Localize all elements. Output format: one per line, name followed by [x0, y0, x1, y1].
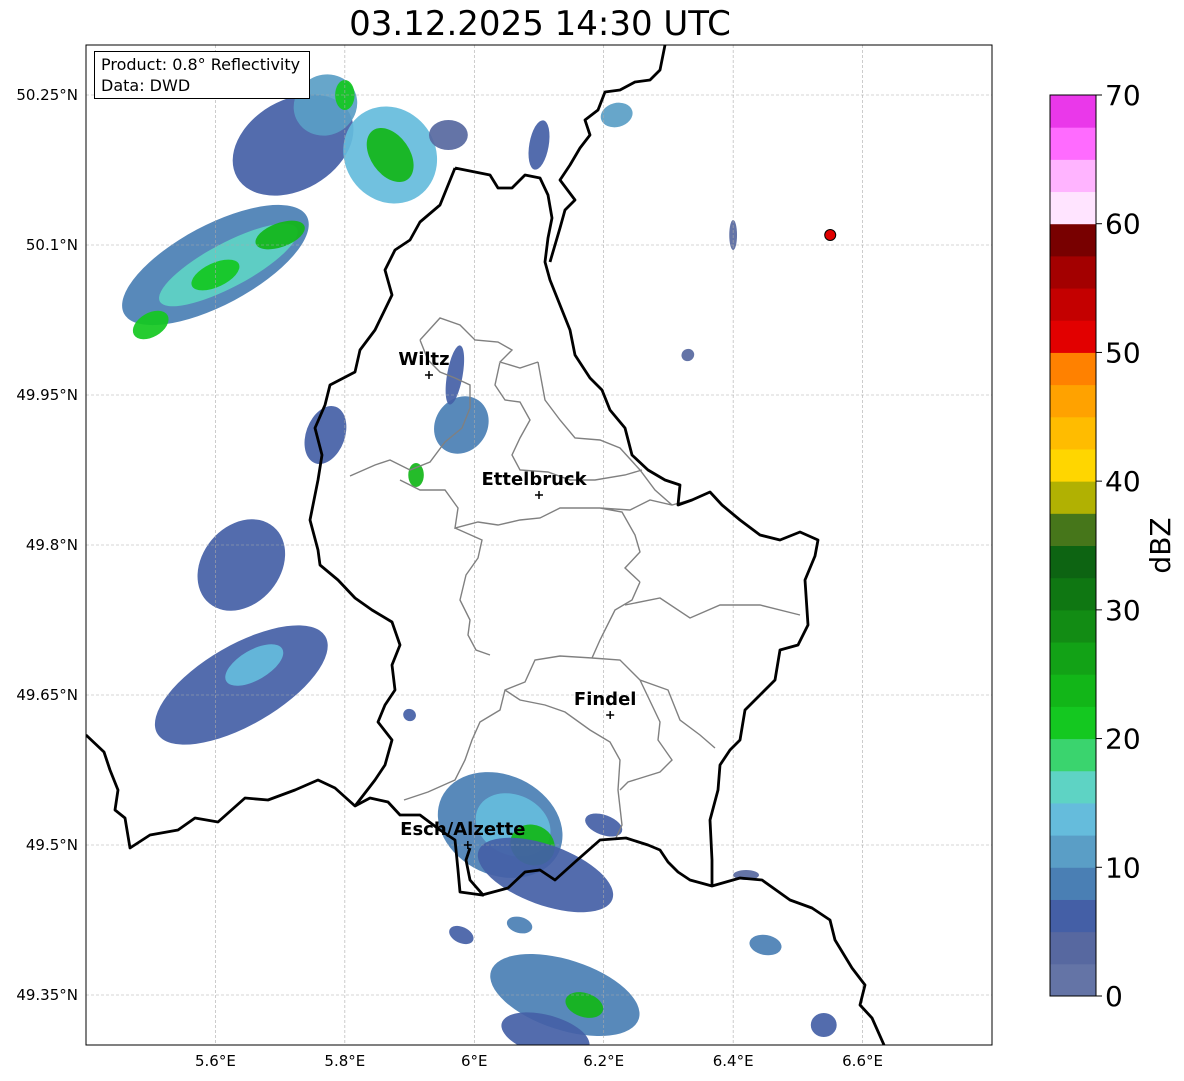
colorbar-segment — [1050, 159, 1096, 193]
reflectivity-cell — [528, 120, 550, 170]
reflectivity-cell — [197, 519, 286, 611]
colorbar-tick-label: 30 — [1105, 594, 1141, 627]
colorbar-segment — [1050, 738, 1096, 772]
map-frame: 5.6°E 5.8°E 6°E 6.2°E 6.4°E 6.6°E 50.25°N 50.1°… — [16, 44, 993, 1070]
colorbar-segment — [1050, 931, 1096, 965]
city-label: Esch/Alzette — [400, 819, 525, 840]
reflectivity-cell — [434, 396, 489, 454]
city-label: Wiltz — [398, 349, 449, 370]
city-markers: Wiltz Ettelbruck Findel Esch/Alzette — [398, 349, 636, 849]
colorbar-segment — [1050, 448, 1096, 482]
info-box: Product: 0.8° Reflectivity Data: DWD — [94, 51, 310, 99]
lat-tick-label: 49.8°N — [26, 536, 78, 554]
colorbar-segment — [1050, 642, 1096, 675]
lat-tick-label: 50.25°N — [16, 86, 78, 104]
product-label: Product: 0.8° Reflectivity — [101, 55, 301, 74]
reflectivity-cell — [403, 708, 416, 722]
radar-figure: 5.6°E 5.8°E 6°E 6.2°E 6.4°E 6.6°E 50.25°N 50.1°… — [16, 44, 1177, 1070]
reflectivity-cell — [681, 348, 695, 362]
colorbar-segment — [1050, 384, 1096, 418]
lat-tick-label: 49.95°N — [16, 386, 78, 404]
city-label: Ettelbruck — [481, 469, 587, 490]
luxembourg-border — [308, 166, 820, 886]
colorbar-segment — [1050, 95, 1096, 128]
colorbar-segment — [1050, 867, 1096, 900]
canton-boundaries — [349, 317, 801, 841]
colorbar-segment — [1050, 577, 1096, 611]
map-title: 03.12.2025 14:30 UTC — [349, 4, 731, 44]
lat-tick-label: 49.5°N — [26, 836, 78, 854]
colorbar-segment — [1050, 706, 1096, 740]
colorbar-segment — [1050, 352, 1096, 386]
colorbar-segment — [1050, 288, 1096, 321]
colorbar-tick-label: 70 — [1105, 79, 1141, 112]
reflectivity-cell — [810, 1013, 837, 1037]
colorbar-segment — [1050, 770, 1096, 804]
colorbar: 0 10 20 30 40 50 60 70 dBZ — [1049, 79, 1177, 1013]
colorbar-segment — [1050, 191, 1096, 225]
colorbar-segment — [1050, 416, 1096, 450]
reflectivity-cell — [428, 120, 468, 150]
colorbar-segment — [1050, 320, 1096, 353]
colorbar-segment — [1050, 963, 1096, 997]
colorbar-tick-label: 40 — [1105, 465, 1141, 498]
colorbar-segment — [1050, 835, 1096, 868]
colorbar-segment — [1050, 899, 1096, 933]
data-source-label: Data: DWD — [101, 76, 191, 95]
lon-tick-label: 5.6°E — [195, 1052, 236, 1070]
lat-tick-label: 49.65°N — [16, 686, 78, 704]
city-marker-icon — [535, 491, 543, 499]
city-label: Findel — [574, 689, 637, 710]
reflectivity-cell — [749, 934, 782, 956]
lat-tick-label: 49.35°N — [16, 986, 78, 1004]
city-marker-icon — [606, 711, 615, 719]
lon-tick-label: 5.8°E — [324, 1052, 365, 1070]
germany-border — [548, 45, 667, 263]
colorbar-tick-label: 50 — [1105, 336, 1141, 369]
lon-tick-label: 6.2°E — [583, 1052, 624, 1070]
colorbar-tick-label: 0 — [1105, 980, 1123, 1013]
city-marker-icon — [424, 371, 433, 379]
colorbar-segment — [1050, 481, 1096, 514]
colorbar-segment — [1050, 609, 1096, 643]
lon-tick-label: 6°E — [461, 1052, 488, 1070]
colorbar-tick-label: 10 — [1105, 851, 1141, 884]
colorbar-segment — [1050, 513, 1096, 546]
colorbar-segment — [1050, 545, 1096, 579]
colorbar-segment — [1050, 223, 1096, 257]
lat-tick-label: 50.1°N — [26, 236, 78, 254]
lon-tick-label: 6.6°E — [842, 1052, 883, 1070]
radar-site-marker — [824, 229, 837, 241]
lon-tick-label: 6.4°E — [713, 1052, 754, 1070]
colorbar-tick-label: 60 — [1105, 208, 1141, 241]
boundaries — [86, 45, 886, 1045]
colorbar-title: dBZ — [1144, 517, 1177, 573]
reflectivity-cell — [506, 916, 533, 934]
reflectivity-layer — [122, 74, 837, 1045]
colorbar-segment — [1050, 802, 1096, 836]
colorbar-tick-label: 20 — [1105, 723, 1141, 756]
colorbar-segment — [1050, 127, 1096, 160]
reflectivity-cell — [408, 463, 424, 487]
reflectivity-cell — [449, 925, 474, 945]
colorbar-segment — [1050, 255, 1096, 289]
reflectivity-cell — [304, 406, 347, 464]
radar-site — [824, 229, 837, 241]
colorbar-segment — [1050, 674, 1096, 707]
